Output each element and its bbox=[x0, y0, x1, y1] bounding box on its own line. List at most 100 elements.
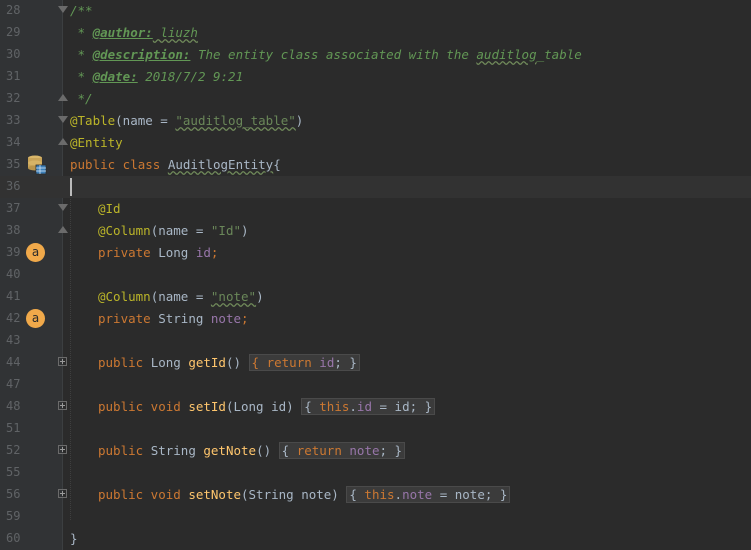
code-token: . bbox=[349, 399, 357, 414]
expand-fold-icon[interactable] bbox=[58, 489, 67, 498]
code-line[interactable]: 28 /** bbox=[0, 0, 751, 22]
code-token: { bbox=[273, 157, 281, 172]
string-literal: "note" bbox=[210, 289, 257, 304]
keyword: return bbox=[296, 443, 350, 458]
line-number: 30 bbox=[6, 47, 21, 61]
code-line[interactable]: 47 bbox=[0, 374, 751, 396]
code-token: { bbox=[251, 355, 267, 370]
annotation: @Column bbox=[98, 223, 151, 238]
annotation: @Table bbox=[70, 113, 116, 128]
expand-fold-icon[interactable] bbox=[58, 445, 67, 454]
code-token: (name = bbox=[115, 113, 176, 128]
keyword: private bbox=[98, 245, 159, 260]
keyword: this bbox=[364, 487, 395, 502]
doc-star: * bbox=[70, 47, 93, 62]
line-number: 48 bbox=[6, 399, 21, 413]
fold-toggle-icon[interactable] bbox=[58, 204, 68, 211]
code-line[interactable]: 60 } bbox=[0, 528, 751, 550]
doc-value: liuzh bbox=[152, 25, 198, 40]
code-line[interactable]: 31 * @date: 2018/7/2 9:21 bbox=[0, 66, 751, 88]
field-name: id bbox=[319, 355, 335, 370]
code-text: public void setId(Long id) { this.id = i… bbox=[98, 398, 436, 415]
closing-brace: } bbox=[70, 531, 78, 546]
keyword: return bbox=[266, 355, 320, 370]
code-line[interactable]: 41 @Column(name = "note") bbox=[0, 286, 751, 308]
line-number: 52 bbox=[6, 443, 21, 457]
code-line[interactable]: 56 public void setNote(String note) { th… bbox=[0, 484, 751, 506]
code-text: * @author: liuzh bbox=[70, 25, 198, 40]
code-token: = note bbox=[432, 487, 485, 502]
code-line[interactable]: 59 bbox=[0, 506, 751, 528]
doc-value: 2018/7/2 9:21 bbox=[137, 69, 244, 84]
code-line[interactable]: 40 bbox=[0, 264, 751, 286]
code-line[interactable]: 30 * @description: The entity class asso… bbox=[0, 44, 751, 66]
code-line[interactable]: 48 public void setId(Long id) { this.id … bbox=[0, 396, 751, 418]
code-token: ; } bbox=[379, 443, 403, 458]
code-line[interactable]: 51 bbox=[0, 418, 751, 440]
line-number: 32 bbox=[6, 91, 21, 105]
code-text: public class AuditlogEntity{ bbox=[70, 157, 281, 172]
code-token: ; bbox=[241, 311, 249, 326]
folded-body[interactable]: { this.id = id; } bbox=[301, 398, 436, 415]
database-table-icon[interactable] bbox=[26, 154, 48, 176]
field-name: note bbox=[210, 311, 242, 326]
fold-toggle-icon[interactable] bbox=[58, 116, 68, 123]
folded-body[interactable]: { this.note = note; } bbox=[346, 486, 511, 503]
expand-fold-icon[interactable] bbox=[58, 357, 67, 366]
code-text: @Table(name = "auditlog_table") bbox=[70, 113, 303, 128]
code-line[interactable]: 35 public class AuditlogEntity{ bbox=[0, 154, 751, 176]
code-line[interactable]: 29 * @author: liuzh bbox=[0, 22, 751, 44]
fold-toggle-icon[interactable] bbox=[58, 6, 68, 13]
code-token: ; } bbox=[334, 355, 357, 370]
annotation: @Column bbox=[98, 289, 151, 304]
code-line[interactable]: 42 a private String note; bbox=[0, 308, 751, 330]
line-number: 29 bbox=[6, 25, 21, 39]
field-name: id bbox=[195, 245, 211, 260]
code-token: = id bbox=[371, 399, 410, 414]
type-name: Long bbox=[158, 245, 196, 260]
fold-end-icon[interactable] bbox=[58, 226, 68, 233]
annotation-badge-icon[interactable]: a bbox=[26, 243, 45, 262]
code-line[interactable]: 37 @Id bbox=[0, 198, 751, 220]
line-number: 44 bbox=[6, 355, 21, 369]
doc-star: * bbox=[70, 25, 93, 40]
keyword: this bbox=[319, 399, 350, 414]
line-number: 31 bbox=[6, 69, 21, 83]
code-line[interactable]: 55 bbox=[0, 462, 751, 484]
fold-end-icon[interactable] bbox=[58, 138, 68, 145]
doc-tag: @author: bbox=[92, 25, 153, 40]
code-line[interactable]: 52 public String getNote() { return note… bbox=[0, 440, 751, 462]
code-line-current[interactable]: 36 bbox=[0, 176, 751, 198]
code-text: public String getNote() { return note; } bbox=[98, 442, 406, 459]
keyword: public void bbox=[98, 487, 189, 502]
code-line[interactable]: 44 public Long getId() { return id; } bbox=[0, 352, 751, 374]
code-line[interactable]: 34 @Entity bbox=[0, 132, 751, 154]
line-number: 33 bbox=[6, 113, 21, 127]
code-token: { bbox=[349, 487, 365, 502]
method-name: getId bbox=[188, 355, 226, 370]
code-line[interactable]: 33 @Table(name = "auditlog_table") bbox=[0, 110, 751, 132]
code-token: (Long id) bbox=[225, 399, 302, 414]
annotation: @Id bbox=[98, 201, 121, 216]
code-line[interactable]: 43 bbox=[0, 330, 751, 352]
line-number: 60 bbox=[6, 531, 21, 545]
expand-fold-icon[interactable] bbox=[58, 401, 67, 410]
folded-body[interactable]: { return note; } bbox=[278, 442, 406, 459]
line-number: 36 bbox=[6, 179, 21, 193]
line-number: 28 bbox=[6, 3, 21, 17]
code-line[interactable]: 38 @Column(name = "Id") bbox=[0, 220, 751, 242]
folded-body[interactable]: { return id; } bbox=[248, 354, 360, 371]
string-literal: "Id" bbox=[210, 223, 242, 238]
line-number: 38 bbox=[6, 223, 21, 237]
code-token: . bbox=[394, 487, 403, 502]
code-token: { bbox=[281, 443, 297, 458]
code-token: () bbox=[225, 355, 249, 370]
fold-end-icon[interactable] bbox=[58, 94, 68, 101]
code-line[interactable]: 39 a private Long id; bbox=[0, 242, 751, 264]
code-text: private String note; bbox=[98, 311, 249, 326]
code-line[interactable]: 32 */ bbox=[0, 88, 751, 110]
field-name: id bbox=[356, 399, 372, 414]
code-text: public void setNote(String note) { this.… bbox=[98, 486, 511, 503]
annotation-badge-icon[interactable]: a bbox=[26, 309, 45, 328]
code-token: (name = bbox=[150, 289, 211, 304]
